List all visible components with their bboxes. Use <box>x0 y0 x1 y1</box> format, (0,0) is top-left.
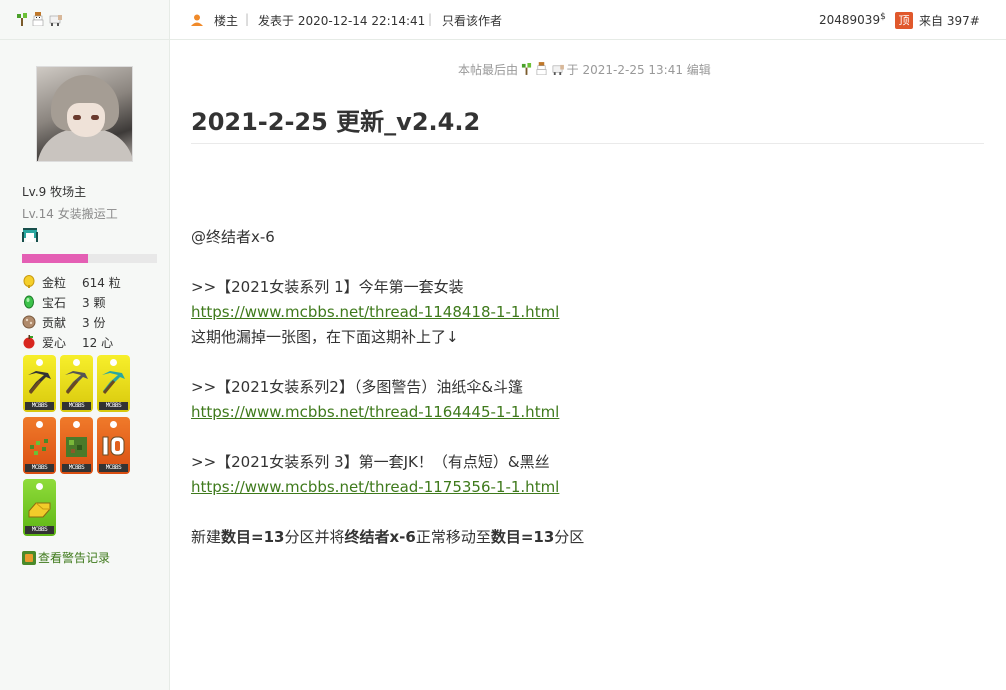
pickaxe-icon <box>65 371 88 394</box>
post-content: @终结者x-6 >>【2021女装系列 1】今年第一套女装 https://ww… <box>191 225 584 550</box>
warning-record-icon <box>22 550 36 565</box>
view-warnings-link[interactable]: 查看警告记录 <box>22 549 110 566</box>
level-progress-bar <box>22 254 157 263</box>
post-timestamp: 发表于 2020-12-14 22:14:41 <box>258 14 426 28</box>
view-warnings-label: 查看警告记录 <box>38 551 111 565</box>
floor-number[interactable]: 来自 397# <box>919 12 980 29</box>
stat-value: 614 粒 <box>82 275 121 290</box>
meta-divider: | <box>428 12 433 26</box>
user-level-sub: Lv.14 女装搬运工 <box>22 207 118 221</box>
stat-label: 金粒 <box>42 275 67 290</box>
final-bold: 终结者x-6 <box>344 528 416 546</box>
series-1-title: >>【2021女装系列 1】今年第一套女装 <box>191 278 464 296</box>
user-avatar[interactable] <box>36 66 133 162</box>
medal-tag: MCBBS <box>62 402 91 410</box>
number-ten-icon <box>102 436 125 456</box>
user-icon <box>191 14 203 26</box>
title-divider <box>191 143 984 144</box>
mention-line: @终结者x-6 <box>191 225 584 250</box>
diamond-helmet-icon <box>22 228 38 242</box>
apple-icon <box>23 335 35 349</box>
seeds-icon <box>30 439 48 455</box>
final-instruction: 新建数目=13分区并将终结者x-6正常移动至数目=13分区 <box>191 525 584 550</box>
contribution-icon <box>22 315 36 329</box>
author-sidebar: Lv.9 牧场主 Lv.14 女装搬运工 金粒 614 粒 宝石 3 颗 贡献 … <box>0 0 170 690</box>
post-title: 2021-2-25 更新_v2.4.2 <box>191 108 481 136</box>
series-3-link[interactable]: https://www.mcbbs.net/thread-1175356-1-1… <box>191 478 559 496</box>
author-name-icons <box>16 12 62 29</box>
medal-diamond-pickaxe[interactable]: MCBBS <box>97 355 130 412</box>
final-text: 分区 <box>554 528 585 546</box>
stat-value: 12 心 <box>82 335 114 350</box>
pickaxe-icon <box>28 371 51 394</box>
stat-gold: 金粒 614 粒 <box>22 272 121 292</box>
stat-gem: 宝石 3 颗 <box>22 292 121 312</box>
meta-divider: | <box>245 12 250 26</box>
diamond-pickaxe-icon <box>102 371 125 394</box>
snowman-icon <box>536 61 547 75</box>
stat-value: 3 份 <box>82 315 106 330</box>
user-level-main: Lv.9 牧场主 <box>22 185 87 199</box>
post-number-value: 20489039 <box>819 13 881 27</box>
user-stats: 金粒 614 粒 宝石 3 颗 贡献 3 份 爱心 12 心 <box>22 272 121 352</box>
edit-note-suffix: 于 2021-2-25 13:41 编辑 <box>566 63 711 77</box>
stat-label: 爱心 <box>42 335 67 350</box>
author-name[interactable] <box>0 0 169 40</box>
snowman-icon <box>32 12 44 27</box>
final-text: 分区并将 <box>284 528 345 546</box>
final-bold: 数目=13 <box>490 528 555 546</box>
stat-label: 宝石 <box>42 295 67 310</box>
top-button[interactable]: 顶 <box>895 12 913 29</box>
final-bold: 数目=13 <box>221 528 285 546</box>
medal-tag: MCBBS <box>25 464 54 472</box>
edit-note-prefix: 本帖最后由 <box>458 63 519 77</box>
series-2-title: >>【2021女装系列2】（多图警告）油纸伞&斗篷 <box>191 378 524 396</box>
series-3-title: >>【2021女装系列 3】第一套JK！（有点短）&黑丝 <box>191 453 550 471</box>
author-badge: 楼主 <box>214 14 239 28</box>
sapling-icon <box>17 13 27 26</box>
post-number-sup: $ <box>880 12 886 22</box>
series-2-link[interactable]: https://www.mcbbs.net/thread-1164445-1-1… <box>191 403 559 421</box>
medal-tag: MCBBS <box>25 402 54 410</box>
medal-seeds[interactable]: MCBBS <box>23 417 56 474</box>
level-progress-fill <box>22 254 89 263</box>
stat-love: 爱心 12 心 <box>22 332 121 352</box>
medal-iron-pickaxe[interactable]: MCBBS <box>23 355 56 412</box>
medal-tag: MCBBS <box>99 464 128 472</box>
stat-label: 贡献 <box>42 315 67 330</box>
medal-tag: MCBBS <box>62 464 91 472</box>
medal-gold-ingot[interactable]: MCBBS <box>23 479 56 536</box>
sheep-icon <box>49 15 62 26</box>
final-text: 新建 <box>191 528 222 546</box>
series-1-link[interactable]: https://www.mcbbs.net/thread-1148418-1-1… <box>191 303 559 321</box>
last-edit-note: 本帖最后由 于 2021-2-25 13:41 编辑 <box>458 61 711 78</box>
medal-ten[interactable]: MCBBS <box>97 417 130 474</box>
medal-tag: MCBBS <box>25 526 54 534</box>
stat-value: 3 颗 <box>82 295 106 310</box>
sheep-icon <box>552 64 564 75</box>
stat-contribution: 贡献 3 份 <box>22 312 121 332</box>
medal-leaves[interactable]: MCBBS <box>60 417 93 474</box>
sapling-icon <box>521 62 532 75</box>
post-meta-bar: 楼主 | 发表于 2020-12-14 22:14:41 | 只看该作者 204… <box>170 0 1006 40</box>
only-author-link[interactable]: 只看该作者 <box>442 12 502 29</box>
editor-name-icons[interactable] <box>521 61 564 78</box>
leaves-icon <box>66 437 87 457</box>
medal-tag: MCBBS <box>99 402 128 410</box>
emerald-icon <box>24 295 34 309</box>
user-mention[interactable]: @终结者x-6 <box>191 228 275 246</box>
post-number: 20489039$ <box>819 12 886 27</box>
medal-stone-pickaxe[interactable]: MCBBS <box>60 355 93 412</box>
series-1-note: 这期他漏掉一张图，在下面这期补上了↓ <box>191 328 459 346</box>
final-text: 正常移动至 <box>415 528 491 546</box>
gold-nugget-icon <box>23 275 35 288</box>
gold-ingot-icon <box>28 502 51 518</box>
